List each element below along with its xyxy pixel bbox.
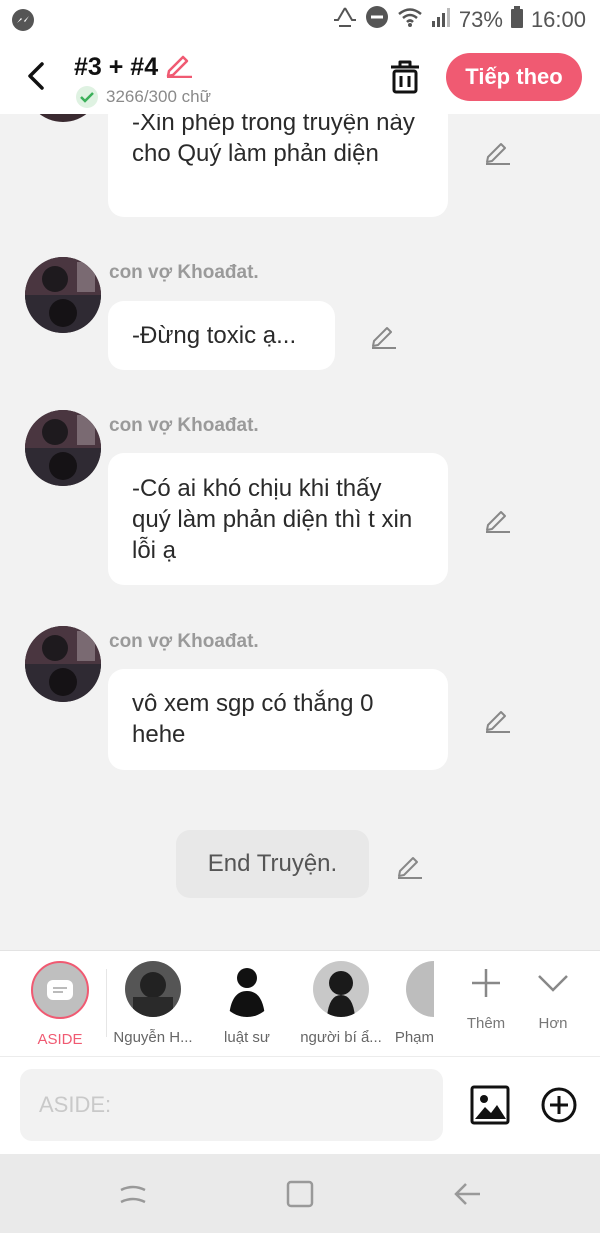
edit-message-icon[interactable]: [394, 850, 424, 880]
input-bar: [0, 1056, 600, 1154]
character-avatar: [219, 961, 275, 1017]
status-bar: 73% 16:00: [0, 0, 600, 40]
back-nav-button[interactable]: [452, 1178, 484, 1210]
character-avatar: [406, 961, 434, 1017]
recent-apps-button[interactable]: [117, 1178, 149, 1210]
message-bubble[interactable]: vô xem sgp có thắng 0 hehe: [108, 669, 448, 770]
edit-message-icon[interactable]: [482, 704, 512, 734]
avatar[interactable]: [25, 114, 101, 122]
chevron-down-icon: [538, 975, 568, 992]
character-avatar: [125, 961, 181, 1017]
end-story-bubble[interactable]: End Truyện.: [176, 830, 369, 898]
add-label: Thêm: [466, 1015, 506, 1032]
character-strip: ASIDE Nguyễn H... luật sư người bí ẩ... …: [0, 950, 600, 1056]
edit-message-icon[interactable]: [368, 320, 398, 350]
page-title: #3 + #4: [74, 53, 159, 81]
dnd-icon: [365, 5, 389, 35]
clock: 16:00: [530, 7, 586, 32]
character-avatar: [313, 961, 369, 1017]
message-text: -Xin phép trong truyện này cho Quý làm p…: [132, 114, 415, 167]
character-label: luật sư: [224, 1029, 270, 1046]
app-header: #3 + #4 3266/300 chữ Tiếp theo: [0, 40, 600, 114]
home-button[interactable]: [284, 1178, 316, 1210]
image-icon: [470, 1085, 510, 1125]
delete-button[interactable]: [387, 58, 423, 96]
trash-icon: [391, 60, 419, 94]
chat-area[interactable]: -Xin phép trong truyện này cho Quý làm p…: [0, 114, 600, 950]
add-button[interactable]: [541, 1087, 577, 1123]
plus-icon: [472, 969, 500, 997]
story-title-row[interactable]: #3 + #4: [74, 50, 194, 85]
messenger-icon: [12, 9, 34, 31]
back-button[interactable]: [20, 56, 54, 96]
avatar[interactable]: [25, 626, 101, 702]
check-icon: [76, 86, 98, 108]
sender-name: con vợ Khoađat.: [109, 262, 259, 283]
message-box-icon: [47, 980, 73, 1000]
message-bubble[interactable]: -Có ai khó chịu khi thấy quý làm phản di…: [108, 453, 448, 585]
character-label: Nguyễn H...: [113, 1029, 193, 1046]
signal-icon: [431, 7, 451, 33]
divider: [106, 969, 107, 1037]
edit-message-icon[interactable]: [482, 504, 512, 534]
character-item[interactable]: Phạm: [374, 961, 434, 1046]
next-button[interactable]: Tiếp theo: [446, 53, 582, 101]
recents-icon: [120, 1185, 146, 1204]
message-bubble[interactable]: -Xin phép trong truyện này cho Quý làm p…: [108, 114, 448, 217]
system-nav-bar: [0, 1154, 600, 1233]
chevron-left-icon: [28, 62, 44, 90]
word-count: 3266/300 chữ: [106, 87, 211, 106]
sender-name: con vợ Khoađat.: [109, 415, 259, 436]
avatar[interactable]: [25, 410, 101, 486]
arrow-left-icon: [454, 1183, 480, 1205]
message-bubble[interactable]: -Đừng toxic ạ...: [108, 301, 335, 370]
message-text: -Đừng toxic ạ...: [132, 322, 297, 349]
aside-avatar: [31, 961, 89, 1019]
plus-circle-icon: [541, 1087, 577, 1123]
message-text: vô xem sgp có thắng 0 hehe: [132, 690, 374, 748]
character-label: Phạm: [394, 1029, 434, 1046]
add-character-button[interactable]: Thêm: [456, 965, 516, 1032]
end-text: End Truyện.: [207, 850, 338, 877]
character-item[interactable]: người bí ẩ...: [296, 961, 386, 1046]
character-aside[interactable]: ASIDE: [15, 961, 105, 1048]
avatar[interactable]: [25, 257, 101, 333]
edit-message-icon[interactable]: [482, 136, 512, 166]
insert-image-button[interactable]: [470, 1085, 510, 1125]
sender-name: con vợ Khoađat.: [109, 631, 259, 652]
word-count-row: 3266/300 chữ: [76, 86, 211, 108]
character-item[interactable]: Nguyễn H...: [108, 961, 198, 1046]
message-input[interactable]: [20, 1069, 443, 1141]
message-text: -Có ai khó chịu khi thấy quý làm phản di…: [132, 475, 413, 564]
character-label: ASIDE: [37, 1031, 83, 1048]
battery-percent: 73%: [458, 7, 503, 32]
silhouette-icon: [229, 968, 265, 1017]
character-item[interactable]: luật sư: [202, 961, 292, 1046]
pencil-icon[interactable]: [164, 50, 194, 85]
more-label: Hơn: [538, 1015, 568, 1032]
more-button[interactable]: Hơn: [523, 965, 583, 1032]
recycle-icon: [333, 6, 357, 34]
character-label: người bí ẩ...: [300, 1029, 382, 1046]
battery-icon: [510, 6, 523, 34]
home-icon: [286, 1180, 314, 1208]
wifi-icon: [397, 6, 423, 34]
